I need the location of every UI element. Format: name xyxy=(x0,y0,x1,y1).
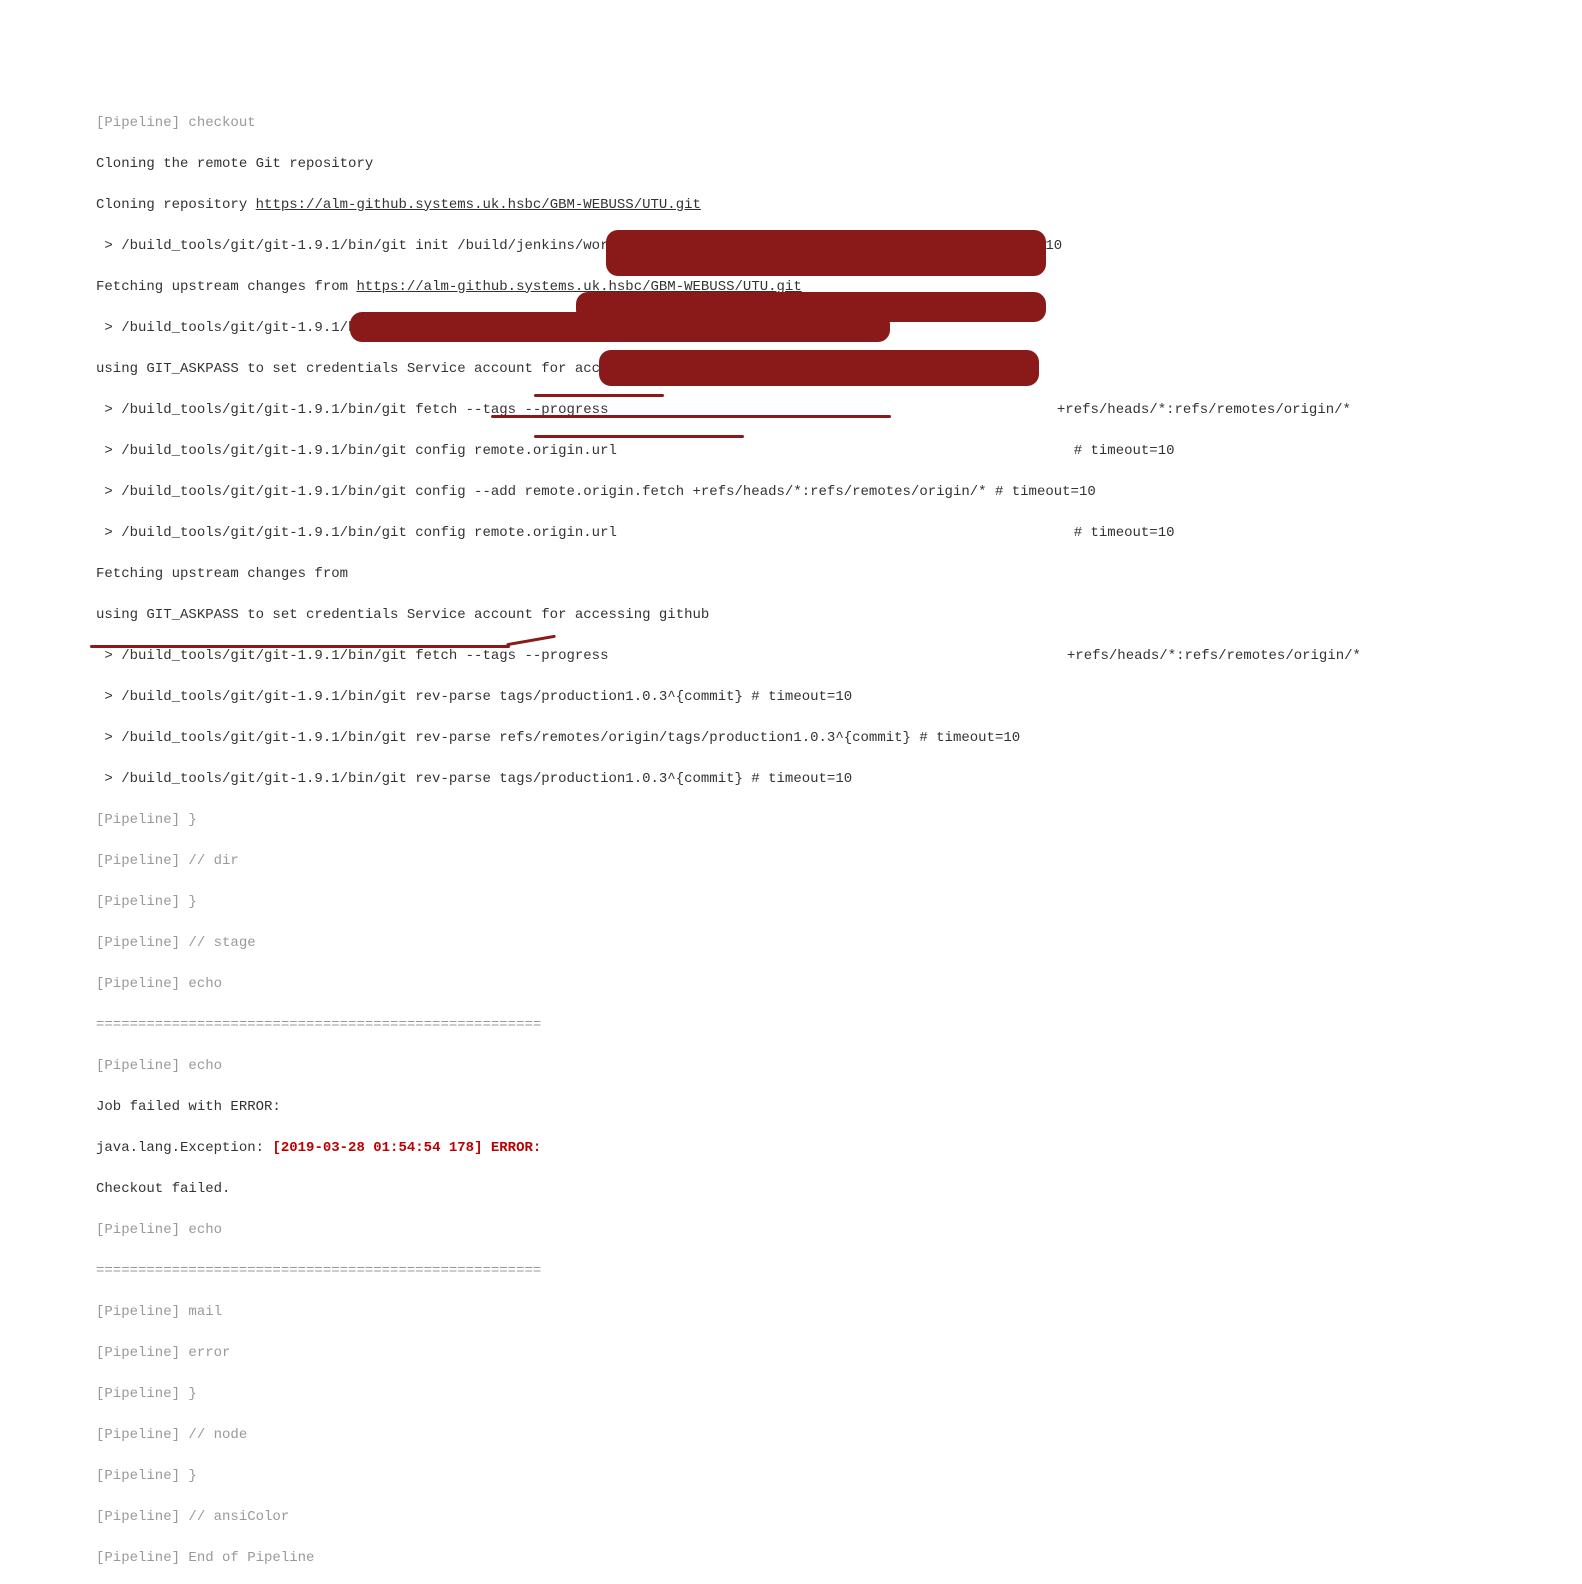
log-line: [Pipeline] // dir xyxy=(96,851,1582,872)
log-line: [Pipeline] checkout xyxy=(96,113,1582,134)
annotation-underline xyxy=(90,645,510,648)
log-line: [Pipeline] } xyxy=(96,1384,1582,1405)
log-line: using GIT_ASKPASS to set credentials Ser… xyxy=(96,605,1582,626)
log-line: Checkout failed. xyxy=(96,1179,1582,1200)
log-line: ========================================… xyxy=(96,1015,1582,1036)
log-line: > /build_tools/git/git-1.9.1/bin/git rev… xyxy=(96,769,1582,790)
error-timestamp: [2019-03-28 01:54:54 178] ERROR: xyxy=(272,1140,541,1156)
annotation-underline xyxy=(534,394,664,397)
redaction-mark xyxy=(599,350,1039,386)
log-line: [Pipeline] echo xyxy=(96,1220,1582,1241)
log-line: [Pipeline] // stage xyxy=(96,933,1582,954)
redaction-mark xyxy=(606,230,1046,276)
log-line: [Pipeline] } xyxy=(96,892,1582,913)
log-line: > /build_tools/git/git-1.9.1/bin/git fet… xyxy=(96,646,1582,667)
log-line: [Pipeline] } xyxy=(96,810,1582,831)
log-line: Job failed with ERROR: xyxy=(96,1097,1582,1118)
log-line: [Pipeline] error xyxy=(96,1343,1582,1364)
log-line: [Pipeline] echo xyxy=(96,974,1582,995)
log-line: [Pipeline] // ansiColor xyxy=(96,1507,1582,1528)
log-line: > /build_tools/git/git-1.9.1/bin/git rev… xyxy=(96,687,1582,708)
log-line: [Pipeline] } xyxy=(96,1466,1582,1487)
redaction-mark xyxy=(350,312,890,342)
log-line: [Pipeline] mail xyxy=(96,1302,1582,1323)
annotation-underline xyxy=(534,435,744,438)
log-line: > /build_tools/git/git-1.9.1/bin/git con… xyxy=(96,523,1582,544)
log-line: > /build_tools/git/git-1.9.1/bin/git con… xyxy=(96,482,1582,503)
log-line: ========================================… xyxy=(96,1261,1582,1282)
repo-link[interactable]: https://alm-github.systems.uk.hsbc/GBM-W… xyxy=(256,197,701,213)
log-line: > /build_tools/git/git-1.9.1/bin/git rev… xyxy=(96,728,1582,749)
log-line: [Pipeline] echo xyxy=(96,1056,1582,1077)
log-line: [Pipeline] // node xyxy=(96,1425,1582,1446)
log-line: java.lang.Exception: [2019-03-28 01:54:5… xyxy=(96,1138,1582,1159)
log-line: Cloning repository https://alm-github.sy… xyxy=(96,195,1582,216)
console-output: [Pipeline] checkout Cloning the remote G… xyxy=(96,92,1582,1584)
log-line: Fetching upstream changes from xyxy=(96,564,1582,585)
log-line: [Pipeline] End of Pipeline xyxy=(96,1548,1582,1569)
log-line: Cloning the remote Git repository xyxy=(96,154,1582,175)
annotation-underline xyxy=(491,415,891,418)
log-line: > /build_tools/git/git-1.9.1/bin/git con… xyxy=(96,441,1582,462)
